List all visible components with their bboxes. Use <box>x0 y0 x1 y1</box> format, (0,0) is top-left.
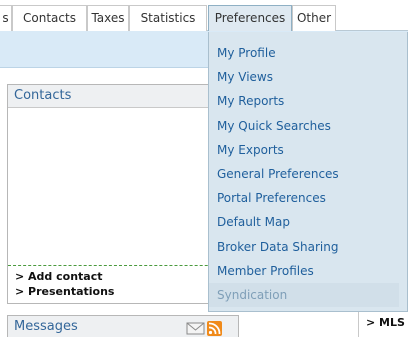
menu-item-my-views[interactable]: My Views <box>209 65 407 89</box>
main-tab-bar: s Contacts Taxes Statistics Preferences … <box>0 0 408 32</box>
messages-icons <box>186 320 226 337</box>
menu-item-broker-data-sharing[interactable]: Broker Data Sharing <box>209 235 407 259</box>
menu-item-default-map[interactable]: Default Map <box>209 210 407 234</box>
tab-other[interactable]: Other <box>292 5 336 31</box>
tab-statistics[interactable]: Statistics <box>129 5 207 31</box>
rss-icon[interactable] <box>207 321 222 336</box>
menu-item-my-exports[interactable]: My Exports <box>209 138 407 162</box>
tab-contacts[interactable]: Contacts <box>12 5 87 31</box>
messages-panel: Messages <box>7 315 239 337</box>
menu-item-my-profile[interactable]: My Profile <box>209 41 407 65</box>
tab-partial[interactable]: s <box>0 5 12 31</box>
contacts-links: > Add contact > Presentations <box>8 265 238 299</box>
contacts-panel-title: Contacts <box>8 85 238 108</box>
mls-link[interactable]: > MLS <box>366 316 405 329</box>
menu-item-my-quick-searches[interactable]: My Quick Searches <box>209 114 407 138</box>
tab-taxes[interactable]: Taxes <box>87 5 129 31</box>
menu-item-member-profiles[interactable]: Member Profiles <box>209 259 407 283</box>
menu-item-syndication[interactable]: Syndication <box>209 282 399 308</box>
contacts-panel: Contacts > Add contact > Presentations <box>7 84 239 304</box>
menu-item-my-reports[interactable]: My Reports <box>209 89 407 113</box>
menu-item-portal-preferences[interactable]: Portal Preferences <box>209 186 407 210</box>
tab-preferences[interactable]: Preferences <box>208 5 292 32</box>
preferences-dropdown-menu: My Profile My Views My Reports My Quick … <box>208 32 408 312</box>
add-contact-link[interactable]: > Add contact <box>15 269 238 284</box>
presentations-link[interactable]: > Presentations <box>15 284 238 299</box>
menu-item-general-preferences[interactable]: General Preferences <box>209 162 407 186</box>
envelope-icon[interactable] <box>186 322 205 335</box>
